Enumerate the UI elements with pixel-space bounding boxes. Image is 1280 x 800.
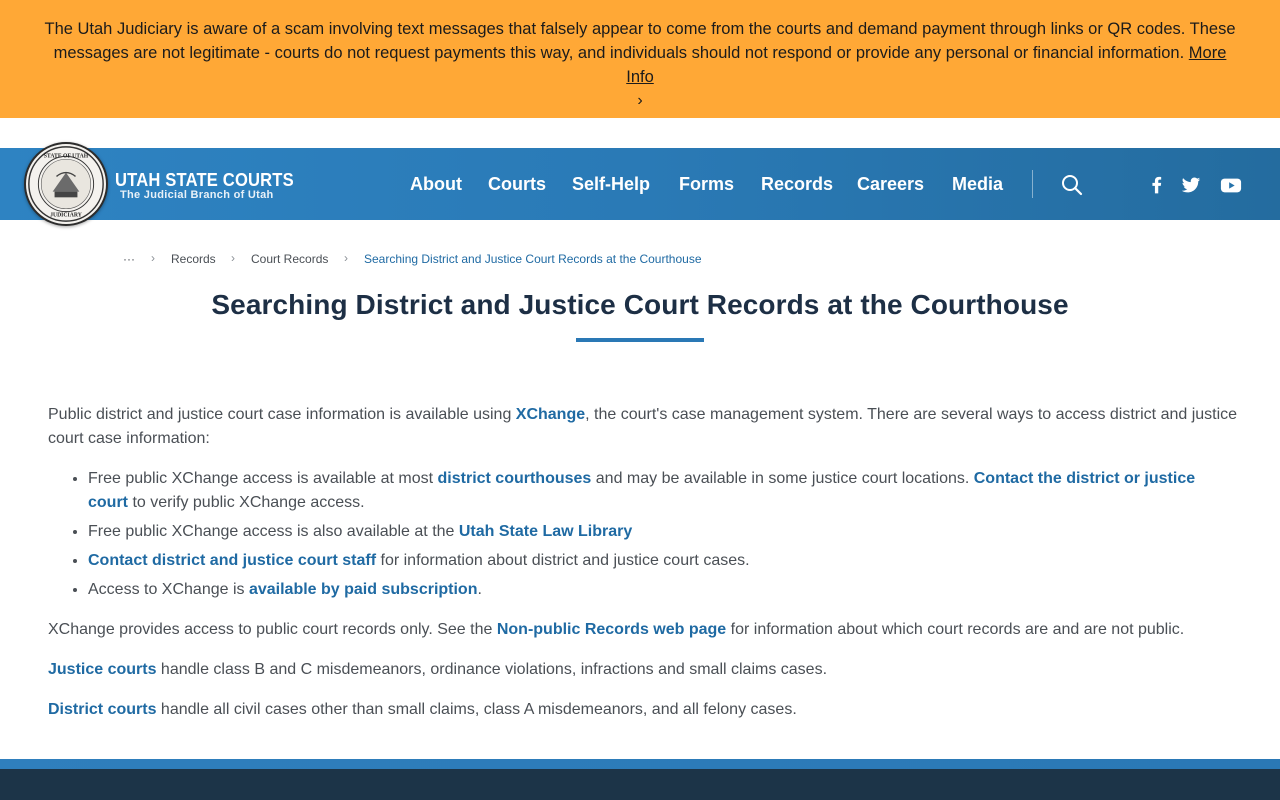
nav-divider xyxy=(1032,170,1033,198)
paragraph-text: for information about which court record… xyxy=(726,621,1185,638)
twitter-icon[interactable] xyxy=(1180,174,1204,196)
district-courts-paragraph: District courts handle all civil cases o… xyxy=(48,698,1238,722)
justice-courts-link[interactable]: Justice courts xyxy=(48,661,156,678)
nav-courts[interactable]: Courts xyxy=(488,174,546,195)
law-library-link[interactable]: Utah State Law Library xyxy=(459,523,632,540)
footer xyxy=(0,769,1280,800)
main-content: Public district and justice court case i… xyxy=(48,403,1238,722)
list-item: Free public XChange access is also avail… xyxy=(88,520,1238,544)
list-item: Contact district and justice court staff… xyxy=(88,549,1238,573)
svg-text:STATE OF UTAH: STATE OF UTAH xyxy=(44,153,89,159)
list-item: Access to XChange is available by paid s… xyxy=(88,578,1238,602)
alert-message: The Utah Judiciary is aware of a scam in… xyxy=(44,20,1236,62)
xchange-link[interactable]: XChange xyxy=(516,406,585,423)
contact-staff-link[interactable]: Contact district and justice court staff xyxy=(88,552,376,569)
nav-careers[interactable]: Careers xyxy=(857,174,924,195)
nav-self-help[interactable]: Self-Help xyxy=(572,174,650,195)
brand-subtitle: The Judicial Branch of Utah xyxy=(120,189,274,201)
breadcrumb-court-records[interactable]: Court Records xyxy=(251,252,328,266)
list-item: Free public XChange access is available … xyxy=(88,467,1238,515)
list-item-text: for information about district and justi… xyxy=(376,552,750,569)
nav-forms[interactable]: Forms xyxy=(679,174,734,195)
district-courthouses-link[interactable]: district courthouses xyxy=(438,470,592,487)
utah-courts-seal-logo[interactable]: STATE OF UTAH JUDICIARY xyxy=(24,142,108,226)
youtube-icon[interactable] xyxy=(1219,174,1243,196)
breadcrumb-separator: › xyxy=(344,251,348,265)
nav-records[interactable]: Records xyxy=(761,174,833,195)
intro-text: Public district and justice court case i… xyxy=(48,406,516,423)
breadcrumb-records[interactable]: Records xyxy=(171,252,216,266)
paid-subscription-link[interactable]: available by paid subscription xyxy=(249,581,478,598)
svg-text:JUDICIARY: JUDICIARY xyxy=(50,212,83,218)
paragraph-text: XChange provides access to public court … xyxy=(48,621,497,638)
chevron-right-icon[interactable]: › xyxy=(38,89,1242,113)
title-underline xyxy=(576,338,704,342)
breadcrumb-current-page: Searching District and Justice Court Rec… xyxy=(364,252,702,266)
list-item-text: and may be available in some justice cou… xyxy=(591,470,974,487)
search-icon[interactable] xyxy=(1060,173,1084,197)
intro-paragraph: Public district and justice court case i… xyxy=(48,403,1238,451)
nav-about[interactable]: About xyxy=(410,174,462,195)
scam-alert-banner: The Utah Judiciary is aware of a scam in… xyxy=(0,0,1280,118)
list-item-text: Access to XChange is xyxy=(88,581,249,598)
breadcrumb-ellipsis[interactable]: ··· xyxy=(123,252,135,266)
list-item-text: . xyxy=(477,581,482,598)
justice-courts-paragraph: Justice courts handle class B and C misd… xyxy=(48,658,1238,682)
list-item-text: Free public XChange access is also avail… xyxy=(88,523,459,540)
breadcrumb-separator: › xyxy=(231,251,235,265)
paragraph-text: handle all civil cases other than small … xyxy=(156,701,797,718)
nav-media[interactable]: Media xyxy=(952,174,1003,195)
district-courts-link[interactable]: District courts xyxy=(48,701,156,718)
paragraph-text: handle class B and C misdemeanors, ordin… xyxy=(156,661,828,678)
nonpublic-paragraph: XChange provides access to public court … xyxy=(48,618,1238,642)
breadcrumb-separator: › xyxy=(151,251,155,265)
list-item-text: to verify public XChange access. xyxy=(128,494,365,511)
seal-icon: STATE OF UTAH JUDICIARY xyxy=(28,146,104,222)
facebook-icon[interactable] xyxy=(1147,174,1171,196)
access-methods-list: Free public XChange access is available … xyxy=(88,467,1238,602)
nonpublic-records-link[interactable]: Non-public Records web page xyxy=(497,621,726,638)
page-title: Searching District and Justice Court Rec… xyxy=(211,289,1069,320)
footer-stripe xyxy=(0,759,1280,769)
brand-title[interactable]: UTAH STATE COURTS xyxy=(115,170,294,191)
list-item-text: Free public XChange access is available … xyxy=(88,470,438,487)
